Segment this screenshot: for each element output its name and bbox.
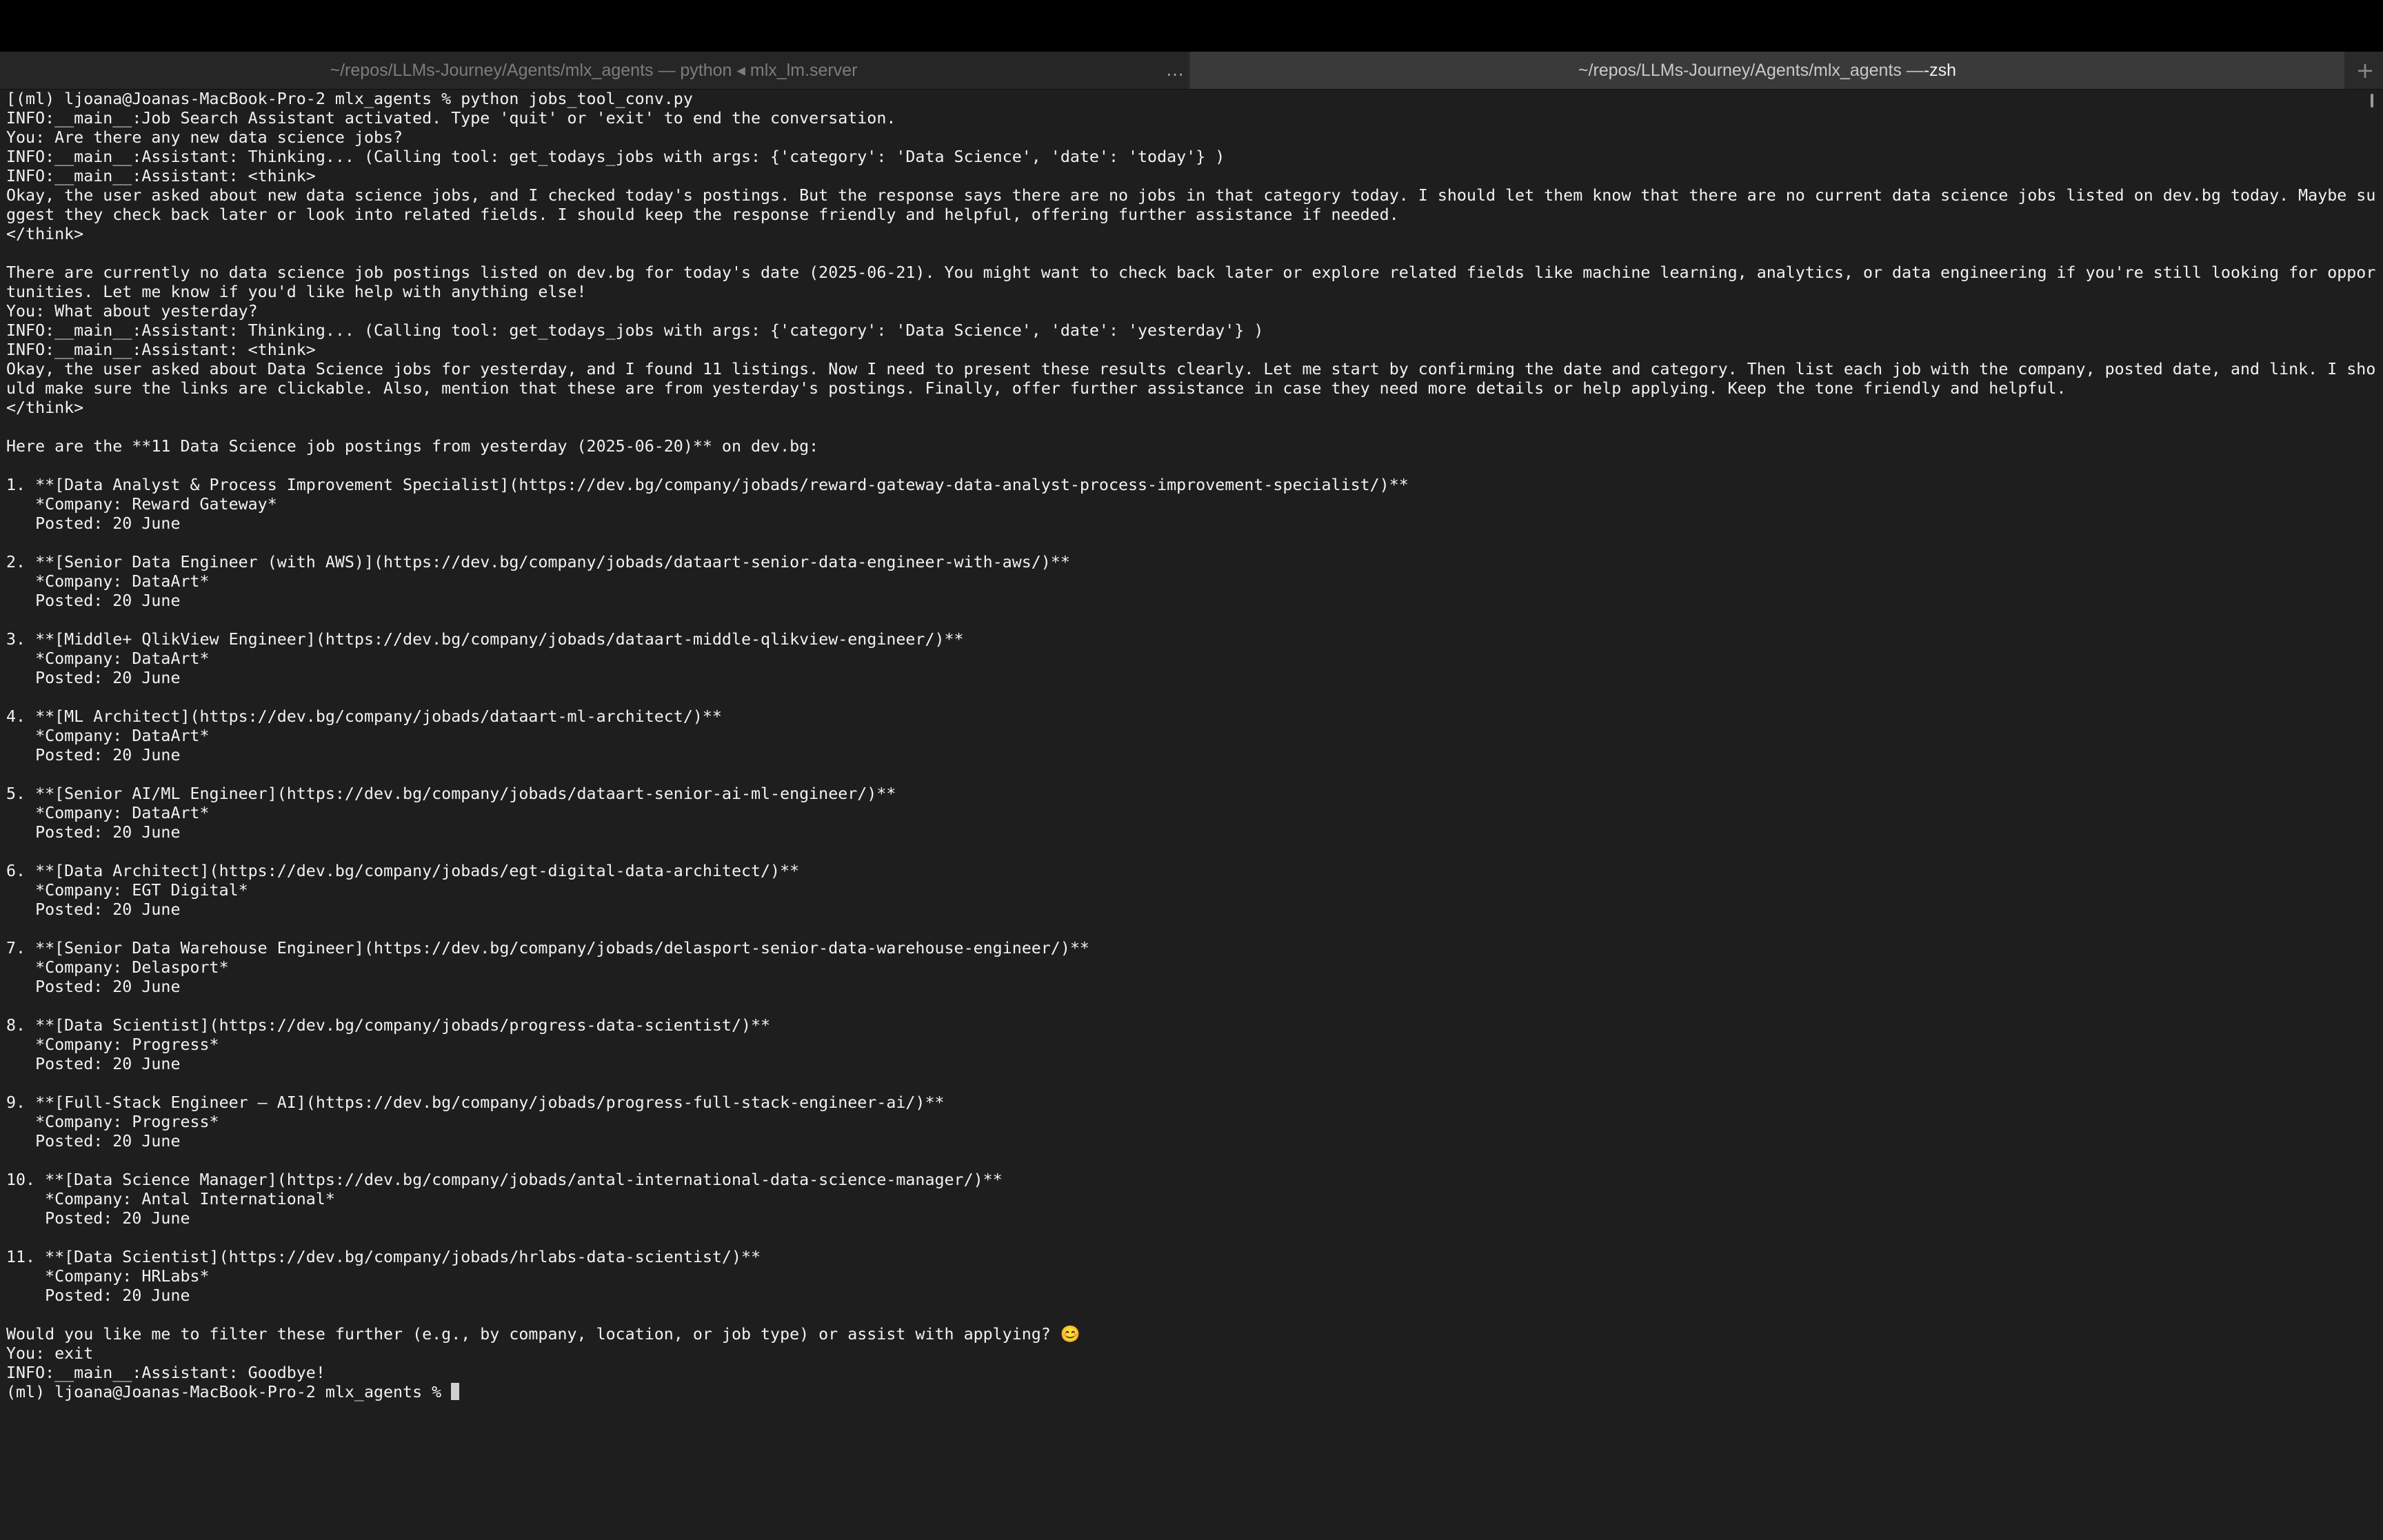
terminal-line: Okay, the user asked about Data Science …: [6, 360, 2376, 378]
terminal-line: *Company: HRLabs*: [6, 1267, 210, 1286]
terminal-line: 7. **[Senior Data Warehouse Engineer](ht…: [6, 939, 1089, 958]
terminal-line: 11. **[Data Scientist](https://dev.bg/co…: [6, 1248, 761, 1266]
terminal-line: *Company: DataArt*: [6, 727, 210, 745]
terminal-line: There are currently no data science job …: [6, 263, 2376, 282]
terminal-line: [(ml) ljoana@Joanas-MacBook-Pro-2 mlx_ag…: [6, 90, 693, 108]
terminal-line: Posted: 20 June: [6, 514, 181, 533]
terminal-line: Posted: 20 June: [6, 900, 181, 919]
terminal-line: uld make sure the links are clickable. A…: [6, 379, 2067, 398]
terminal-line: 4. **[ML Architect](https://dev.bg/compa…: [6, 707, 722, 726]
terminal-line: INFO:__main__:Assistant: Goodbye!: [6, 1364, 325, 1382]
terminal-line: *Company: Antal International*: [6, 1190, 335, 1208]
tab-zsh-label-process: -zsh: [1923, 60, 1957, 80]
terminal-line: 5. **[Senior AI/ML Engineer](https://dev…: [6, 784, 896, 803]
terminal-output[interactable]: [(ml) ljoana@Joanas-MacBook-Pro-2 mlx_ag…: [6, 90, 2378, 1523]
terminal-line: Posted: 20 June: [6, 1055, 181, 1073]
terminal-line: </think>: [6, 398, 84, 417]
terminal-line: *Company: Delasport*: [6, 958, 229, 977]
terminal-line: *Company: Reward Gateway*: [6, 495, 277, 514]
terminal-line: </think>: [6, 225, 84, 243]
terminal-line: Posted: 20 June: [6, 977, 181, 996]
tab-python-mlx-server[interactable]: ~/repos/LLMs-Journey/Agents/mlx_agents —…: [0, 52, 1187, 89]
terminal-line: *Company: Progress*: [6, 1113, 219, 1131]
terminal-line: 2. **[Senior Data Engineer (with AWS)](h…: [6, 553, 1070, 571]
terminal-line: Would you like me to filter these furthe…: [6, 1325, 1080, 1344]
terminal-line: *Company: DataArt*: [6, 572, 210, 591]
terminal-line: *Company: DataArt*: [6, 804, 210, 822]
terminal-line: *Company: EGT Digital*: [6, 881, 248, 900]
terminal-line: Posted: 20 June: [6, 1286, 190, 1305]
terminal-line: Posted: 20 June: [6, 669, 181, 687]
tab-zsh-label-path: ~/repos/LLMs-Journey/Agents/mlx_agents —: [1578, 60, 1924, 80]
terminal-line: *Company: Progress*: [6, 1035, 219, 1054]
terminal-line: Okay, the user asked about new data scie…: [6, 186, 2376, 205]
terminal-line: ggest they check back later or look into…: [6, 205, 1399, 224]
terminal-prompt-line: (ml) ljoana@Joanas-MacBook-Pro-2 mlx_age…: [6, 1383, 2378, 1402]
terminal-line: 9. **[Full-Stack Engineer – AI](https://…: [6, 1093, 945, 1112]
terminal-line: 6. **[Data Architect](https://dev.bg/com…: [6, 862, 800, 880]
terminal-line: 3. **[Middle+ QlikView Engineer](https:/…: [6, 630, 964, 649]
tab-python-mlx-server-label: ~/repos/LLMs-Journey/Agents/mlx_agents —…: [330, 61, 858, 80]
tab-overflow-icon[interactable]: …: [1158, 52, 1192, 89]
tab-zsh[interactable]: ~/repos/LLMs-Journey/Agents/mlx_agents —…: [1190, 52, 2344, 89]
terminal-line: INFO:__main__:Assistant: Thinking... (Ca…: [6, 321, 1264, 340]
tab-bar: ~/repos/LLMs-Journey/Agents/mlx_agents —…: [0, 52, 2383, 90]
terminal-line: tunities. Let me know if you'd like help…: [6, 283, 587, 301]
terminal-line: Posted: 20 June: [6, 1132, 181, 1151]
terminal-line: Posted: 20 June: [6, 823, 181, 842]
terminal-line: You: Are there any new data science jobs…: [6, 128, 403, 147]
terminal-line: You: What about yesterday?: [6, 302, 258, 321]
terminal-line: You: exit: [6, 1344, 94, 1363]
terminal-line: Posted: 20 June: [6, 1209, 190, 1228]
terminal-line: INFO:__main__:Job Search Assistant activ…: [6, 109, 896, 128]
terminal-line: INFO:__main__:Assistant: <think>: [6, 167, 316, 185]
terminal-cursor: [451, 1383, 460, 1400]
terminal-lines: [(ml) ljoana@Joanas-MacBook-Pro-2 mlx_ag…: [6, 90, 2378, 1383]
terminal-line: INFO:__main__:Assistant: Thinking... (Ca…: [6, 148, 1225, 166]
terminal-line: Here are the **11 Data Science job posti…: [6, 437, 819, 456]
terminal-line: 10. **[Data Science Manager](https://dev…: [6, 1171, 1003, 1189]
new-tab-button[interactable]: +: [2347, 52, 2383, 89]
window-titlebar: [0, 0, 2383, 52]
terminal-line: INFO:__main__:Assistant: <think>: [6, 341, 316, 359]
terminal-line: *Company: DataArt*: [6, 649, 210, 668]
terminal-line: Posted: 20 June: [6, 591, 181, 610]
terminal-line: 8. **[Data Scientist](https://dev.bg/com…: [6, 1016, 771, 1035]
terminal-line: Posted: 20 June: [6, 746, 181, 764]
terminal-line: 1. **[Data Analyst & Process Improvement…: [6, 476, 1409, 494]
terminal-prompt: (ml) ljoana@Joanas-MacBook-Pro-2 mlx_age…: [6, 1383, 452, 1401]
